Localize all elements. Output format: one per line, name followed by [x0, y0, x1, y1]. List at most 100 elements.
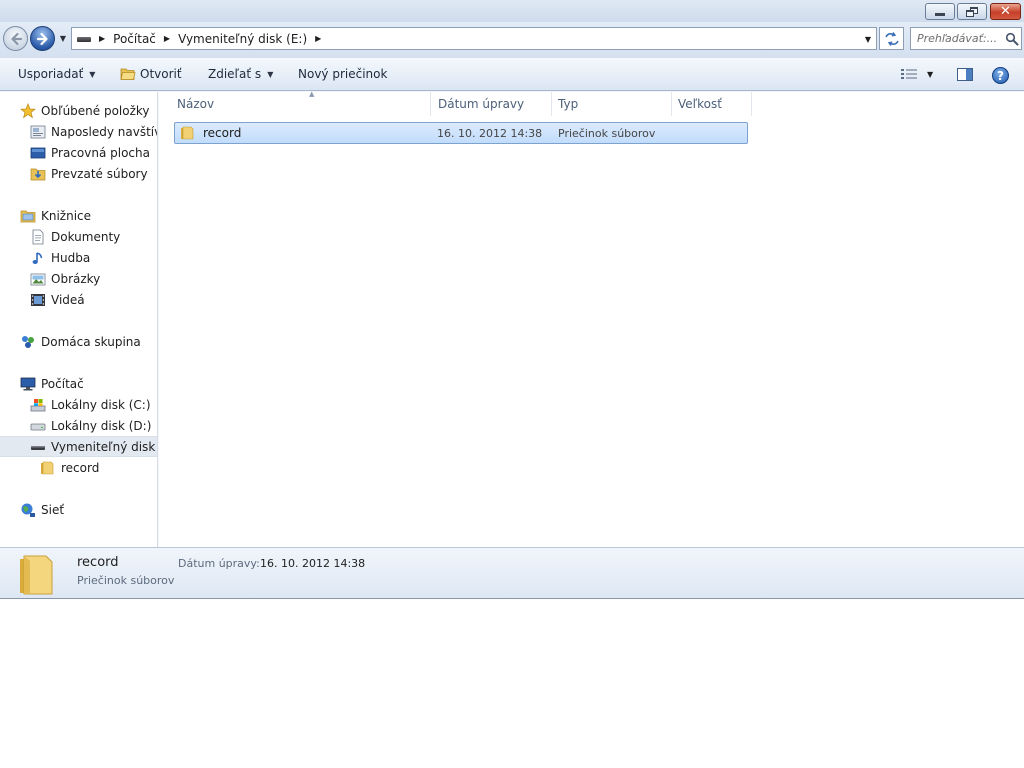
search-box[interactable]: [910, 27, 1022, 50]
nav-recent-places-label: Naposledy navštívené: [51, 124, 157, 139]
desktop-icon: [30, 147, 46, 158]
forward-button[interactable]: [30, 26, 55, 51]
nav-videos-label: Videá: [51, 292, 85, 307]
nav-local-disk-d[interactable]: Lokálny disk (D:): [0, 415, 157, 436]
recent-places-icon: [30, 125, 46, 138]
pictures-icon: [30, 273, 46, 285]
nav-pictures-label: Obrázky: [51, 271, 101, 286]
restore-icon: [966, 6, 978, 17]
nav-documents-label: Dokumenty: [51, 229, 121, 244]
breadcrumb-removable-disk[interactable]: Vymeniteľný disk (E:): [178, 32, 307, 46]
homegroup-icon: [22, 335, 34, 348]
chevron-down-icon: ▼: [864, 34, 872, 44]
nav-removable-disk-e[interactable]: Vymeniteľný disk (E:): [0, 436, 157, 457]
organize-label: Usporiadať: [18, 67, 84, 81]
nav-videos[interactable]: Videá: [0, 289, 157, 310]
sort-ascending-icon: ▲: [309, 90, 315, 98]
nav-local-disk-c[interactable]: Lokálny disk (C:): [0, 394, 157, 415]
refresh-icon: [884, 31, 899, 46]
preview-pane-button[interactable]: [957, 68, 973, 81]
column-header-type[interactable]: Typ: [552, 92, 672, 116]
column-header-type-label: Typ: [558, 97, 579, 111]
file-name: record: [203, 126, 242, 140]
chevron-down-icon: ▼: [89, 69, 96, 79]
nav-music[interactable]: Hudba: [0, 247, 157, 268]
nav-favorites-label: Obľúbené položky: [41, 103, 150, 118]
new-folder-button[interactable]: Nový priečinok: [298, 67, 387, 81]
nav-libraries[interactable]: Knižnice: [0, 205, 157, 226]
removable-drive-icon: [31, 445, 45, 450]
breadcrumb-separator-icon[interactable]: ▶: [315, 34, 321, 43]
file-date-modified: 16. 10. 2012 14:38: [437, 126, 543, 140]
nav-favorites[interactable]: Obľúbené položky: [0, 100, 157, 121]
new-folder-label: Nový priečinok: [298, 67, 388, 81]
nav-network-label: Sieť: [41, 502, 65, 517]
minimize-icon: [935, 13, 945, 16]
nav-libraries-label: Knižnice: [41, 208, 92, 223]
change-view-button[interactable]: ▼: [901, 68, 933, 80]
breadcrumb-separator-icon[interactable]: ▶: [164, 34, 170, 43]
column-header-name[interactable]: Názov ▲: [171, 90, 431, 116]
open-button[interactable]: Otvoriť: [120, 67, 182, 81]
nav-removable-disk-e-label: Vymeniteľný disk (E:): [51, 439, 157, 454]
nav-downloads[interactable]: Prevzaté súbory: [0, 163, 157, 184]
chevron-down-icon: ▼: [59, 33, 67, 43]
documents-icon: [32, 229, 44, 244]
open-label: Otvoriť: [140, 67, 182, 81]
nav-homegroup[interactable]: Domáca skupina: [0, 331, 157, 352]
nav-desktop-label: Pracovná plocha: [51, 145, 150, 160]
organize-button[interactable]: Usporiadať ▼: [18, 67, 95, 81]
search-input[interactable]: [917, 32, 1005, 45]
file-name-cell[interactable]: record: [180, 123, 241, 143]
column-header-date-modified[interactable]: Dátum úpravy: [432, 92, 552, 116]
address-bar[interactable]: ▶ Počítač ▶ Vymeniteľný disk (E:) ▶ ▼: [71, 27, 877, 50]
column-headers: Názov ▲ Dátum úpravy Typ Veľkosť: [159, 90, 1024, 116]
computer-icon: [20, 377, 36, 390]
video-film-icon: [31, 293, 45, 306]
back-button[interactable]: [3, 26, 28, 51]
table-row[interactable]: record 16. 10. 2012 14:38 Priečinok súbo…: [174, 122, 748, 144]
file-list: Názov ▲ Dátum úpravy Typ Veľkosť record …: [159, 90, 1024, 547]
folder-icon: [181, 126, 194, 140]
open-folder-icon: [120, 68, 136, 80]
address-dropdown-button[interactable]: ▼: [862, 32, 874, 46]
file-type: Priečinok súborov: [558, 126, 656, 140]
nav-desktop[interactable]: Pracovná plocha: [0, 142, 157, 163]
star-icon: [20, 102, 36, 118]
music-note-icon: [32, 251, 43, 264]
minimize-button[interactable]: [925, 3, 955, 20]
nav-music-label: Hudba: [51, 250, 91, 265]
arrow-left-icon: [10, 32, 22, 45]
system-drive-icon: [30, 398, 46, 411]
nav-record-folder[interactable]: record: [0, 457, 157, 478]
breadcrumb-separator-icon[interactable]: ▶: [99, 34, 105, 43]
details-item-name: record: [77, 555, 119, 570]
recent-pages-dropdown[interactable]: ▼: [57, 32, 69, 44]
details-date-label: Dátum úpravy:: [178, 557, 260, 570]
nav-documents[interactable]: Dokumenty: [0, 226, 157, 247]
nav-pictures[interactable]: Obrázky: [0, 268, 157, 289]
nav-local-disk-c-label: Lokálny disk (C:): [51, 397, 151, 412]
share-with-button[interactable]: Zdieľať s ▼: [208, 67, 273, 81]
refresh-button[interactable]: [879, 27, 904, 50]
details-view-icon: [901, 69, 917, 79]
search-icon[interactable]: [1005, 32, 1019, 46]
details-pane: record Priečinok súborov Dátum úpravy: 1…: [0, 547, 1024, 598]
nav-record-label: record: [61, 460, 100, 475]
details-date-value: 16. 10. 2012 14:38: [260, 557, 366, 570]
removable-drive-icon: [77, 34, 91, 44]
nav-network[interactable]: Sieť: [0, 499, 157, 520]
command-bar: Usporiadať ▼ Otvoriť Zdieľať s ▼ Nový pr…: [0, 58, 1024, 91]
restore-button[interactable]: [957, 3, 987, 20]
nav-computer[interactable]: Počítač: [0, 373, 157, 394]
nav-recent-places[interactable]: Naposledy navštívené: [0, 121, 157, 142]
downloads-folder-icon: [30, 168, 46, 180]
arrow-right-icon: [36, 32, 48, 45]
nav-downloads-label: Prevzaté súbory: [51, 166, 148, 181]
close-button[interactable]: ✕: [990, 3, 1021, 20]
column-header-size[interactable]: Veľkosť: [672, 92, 752, 116]
folder-icon: [20, 555, 53, 595]
help-button[interactable]: ?: [992, 67, 1009, 84]
breadcrumb-computer[interactable]: Počítač: [113, 32, 156, 46]
explorer-window: ✕ ▼ ▶ Počítač ▶ Vymeniteľný disk (E:) ▶ …: [0, 0, 1024, 599]
